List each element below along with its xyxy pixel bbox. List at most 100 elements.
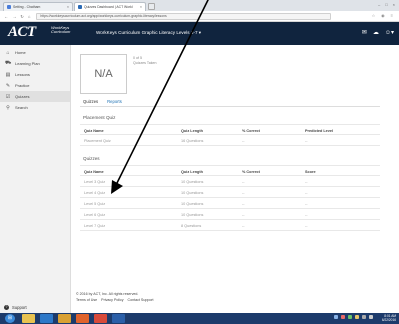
quiz-length-cell: 10 Questions — [181, 212, 204, 217]
system-tray — [334, 315, 373, 319]
address-bar[interactable]: https://workkeyscurriculum.act.org/app/w… — [36, 12, 332, 20]
table-row[interactable]: Level 3 Quiz 10 Questions -- -- — [80, 176, 380, 187]
table-row[interactable]: Level 6 Quiz 10 Questions -- -- — [80, 209, 380, 220]
quiz-name-cell[interactable]: Level 4 Quiz — [84, 191, 105, 195]
start-button-icon[interactable]: ⊞ — [5, 314, 15, 323]
support-button[interactable]: ? Support — [4, 305, 27, 310]
header-icons: ✉ ☁ ☺▾ — [362, 29, 394, 36]
quiz-name-cell[interactable]: Level 5 Quiz — [84, 202, 105, 206]
extension-icon[interactable]: ◉ — [381, 13, 385, 18]
browser-tab-active[interactable]: Quizzes Dashboard | ACT Workl × — [74, 2, 146, 11]
windows-taskbar: ⊞ 8:01 AM 6/22/2016 — [0, 313, 399, 324]
support-label: Support — [12, 305, 27, 310]
help-icon: ? — [4, 305, 9, 310]
quiz-name-cell[interactable]: Level 7 Quiz — [84, 224, 105, 228]
quiz-name-cell[interactable]: Placement Quiz — [84, 139, 111, 143]
sidebar-item-label: Practice — [15, 83, 30, 88]
volume-icon[interactable] — [362, 315, 366, 319]
table-row[interactable]: Level 4 Quiz 10 Questions -- -- — [80, 187, 380, 198]
close-window-icon[interactable]: × — [393, 2, 395, 7]
back-icon[interactable]: ← — [4, 14, 8, 19]
user-icon[interactable]: ☺▾ — [385, 29, 394, 36]
act-logo[interactable]: ACT — [8, 24, 36, 41]
score-cell: -- — [305, 179, 308, 184]
percent-correct-cell: -- — [242, 201, 245, 206]
table-row[interactable]: Level 7 Quiz 8 Questions -- -- — [80, 220, 380, 231]
main-content: N/A 0 of 5 Quizzes Taken Quizzes Reports… — [71, 45, 399, 307]
privacy-link[interactable]: Privacy Policy — [101, 297, 123, 303]
column-header: Quiz Name — [84, 128, 104, 133]
column-header: % Correct — [242, 128, 260, 133]
column-header: Predicted Level — [305, 128, 334, 133]
close-icon[interactable]: × — [140, 5, 142, 9]
placement-table: Quiz Name Quiz Length % Correct Predicte… — [80, 124, 380, 146]
taskbar-clock[interactable]: 8:01 AM 6/22/2016 — [382, 314, 396, 322]
reload-icon[interactable]: ↻ — [20, 14, 24, 19]
star-icon[interactable]: ☆ — [372, 13, 376, 18]
quizzes-table: Quiz Name Quiz Length % Correct Score Le… — [80, 165, 380, 231]
maximize-icon[interactable]: □ — [385, 2, 387, 7]
contact-support-link[interactable]: Contact Support — [128, 297, 154, 303]
files-icon[interactable] — [58, 314, 71, 323]
browser-actions: ☆ ◉ ≡ — [372, 13, 393, 18]
score-cell: -- — [305, 201, 308, 206]
new-tab-button[interactable] — [148, 3, 155, 10]
score-cell: -- — [305, 190, 308, 195]
quiz-length-cell: 10 Questions — [181, 201, 204, 206]
terms-link[interactable]: Terms of Use — [76, 297, 97, 303]
tray-icon[interactable] — [334, 315, 338, 319]
sidebar-item-quizzes[interactable]: ☑ Quizzes — [0, 91, 70, 102]
column-header: Quiz Length — [181, 169, 203, 174]
menu-icon[interactable]: ≡ — [391, 13, 393, 18]
chrome-icon[interactable] — [94, 314, 107, 323]
browser-tab-strip: Setting - Chatham × Quizzes Dashboard | … — [0, 0, 399, 11]
tray-icon[interactable] — [348, 315, 352, 319]
percent-correct-cell: -- — [242, 138, 245, 143]
tab-favicon-icon — [7, 5, 11, 9]
word-icon[interactable] — [112, 314, 125, 323]
media-icon[interactable] — [76, 314, 89, 323]
clock-date: 6/22/2016 — [381, 318, 396, 322]
forward-icon[interactable]: → — [12, 14, 16, 19]
cloud-icon[interactable]: ☁ — [373, 29, 379, 36]
footer-links: Terms of Use Privacy Policy Contact Supp… — [76, 297, 154, 303]
sidebar-item-home[interactable]: ⌂ Home — [0, 47, 70, 58]
mail-icon[interactable]: ✉ — [362, 29, 367, 36]
column-header: Score — [305, 169, 316, 174]
sidebar-item-label: Quizzes — [15, 94, 30, 99]
quiz-length-cell: 10 Questions — [181, 190, 204, 195]
home-icon: ⌂ — [6, 49, 10, 56]
quiz-length-cell: 8 Questions — [181, 223, 202, 228]
percent-correct-cell: -- — [242, 179, 245, 184]
sidebar-item-search[interactable]: ⚲ Search — [0, 102, 70, 113]
divider — [80, 106, 380, 107]
minimize-icon[interactable]: – — [378, 2, 380, 7]
tab-title: Setting - Chatham — [13, 5, 41, 9]
page-footer: © 2016 by ACT, Inc. All rights reserved.… — [71, 291, 154, 303]
window-controls: – □ × — [378, 2, 395, 7]
road-icon: ⛟ — [5, 60, 12, 66]
search-icon: ⚲ — [6, 104, 10, 111]
tray-icon[interactable] — [341, 315, 345, 319]
close-icon[interactable]: × — [67, 5, 69, 9]
quiz-length-cell: 10 Questions — [181, 179, 204, 184]
quiz-name-cell[interactable]: Level 3 Quiz — [84, 180, 105, 184]
quiz-progress-info: 0 of 5 Quizzes Taken — [133, 56, 157, 66]
table-row[interactable]: Level 5 Quiz 10 Questions -- -- — [80, 198, 380, 209]
sidebar-item-lessons[interactable]: ▤ Lessons — [0, 69, 70, 80]
percent-correct-cell: -- — [242, 212, 245, 217]
quiz-name-cell[interactable]: Level 6 Quiz — [84, 213, 105, 217]
table-row[interactable]: Placement Quiz 16 Questions -- -- — [80, 135, 380, 146]
home-browser-icon[interactable]: ⌂ — [28, 14, 31, 19]
sidebar-item-practice[interactable]: ✎ Practice — [0, 80, 70, 91]
placement-section-title: Placement Quiz — [83, 115, 116, 120]
browser-tab[interactable]: Setting - Chatham × — [3, 2, 73, 11]
ie-icon[interactable] — [40, 314, 53, 323]
network-icon[interactable] — [369, 315, 373, 319]
tray-icon[interactable] — [355, 315, 359, 319]
course-selector[interactable]: WorkKeys Curriculum Graphic Literacy Lev… — [96, 30, 201, 36]
explorer-icon[interactable] — [22, 314, 35, 323]
sidebar: ⌂ Home ⛟ Learning Plan ▤ Lessons ✎ Pract… — [0, 45, 71, 324]
sidebar-item-learning-plan[interactable]: ⛟ Learning Plan — [0, 58, 70, 69]
percent-correct-cell: -- — [242, 190, 245, 195]
